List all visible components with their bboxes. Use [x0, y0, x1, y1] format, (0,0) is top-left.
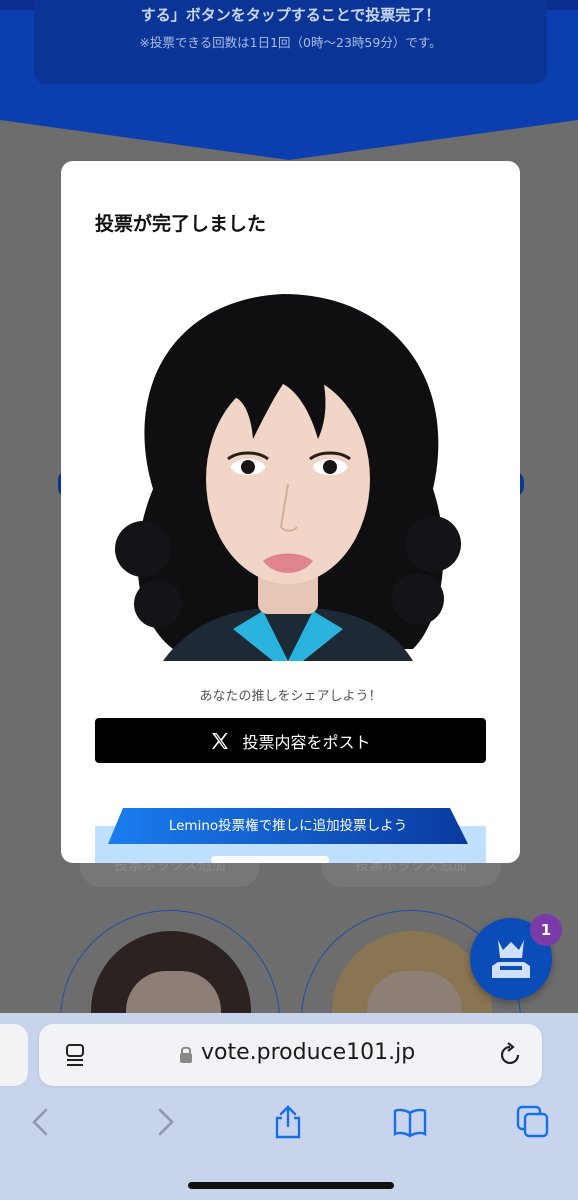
share-icon[interactable] [270, 1104, 306, 1140]
back-icon[interactable] [22, 1104, 58, 1140]
ballot-count-badge: 1 [530, 914, 562, 946]
share-caption: あなたの推しをシェアしよう！ [199, 689, 382, 704]
tabs-icon[interactable] [515, 1104, 551, 1140]
post-to-x-button[interactable]: 投票内容をポスト [95, 718, 486, 763]
lemino-banner-link[interactable]: Lemino投票権で推しに追加投票しよう [108, 808, 468, 844]
trainee-portrait [113, 289, 463, 661]
forward-icon[interactable] [148, 1104, 184, 1140]
reload-icon[interactable] [497, 1042, 523, 1068]
vote-info-line1: する」ボタンをタップすることで投票完了！ [140, 6, 441, 24]
vote-info-box: する」ボタンをタップすることで投票完了！ ※投票できる回数は1日1回（0時〜23… [34, 0, 547, 84]
home-indicator [188, 1182, 394, 1189]
vote-complete-modal: 投票が完了しました あなたの推しをシェアしよう！ 投票内容をポスト Lemino… [61, 161, 520, 863]
modal-title: 投票が完了しました [95, 213, 267, 235]
vote-info-line2: ※投票できる回数は1日1回（0時〜23時59分）です。 [139, 35, 442, 50]
post-button-label: 投票内容をポスト [242, 732, 371, 752]
lemino-panel-highlight [211, 856, 329, 863]
page-menu-icon[interactable] [64, 1042, 86, 1068]
x-logo-icon [212, 732, 229, 749]
url-text[interactable]: vote.produce101.jp [201, 1040, 415, 1065]
lock-icon [180, 1046, 192, 1063]
previous-tab-edge[interactable] [0, 1024, 28, 1086]
bookmarks-icon[interactable] [392, 1104, 428, 1140]
